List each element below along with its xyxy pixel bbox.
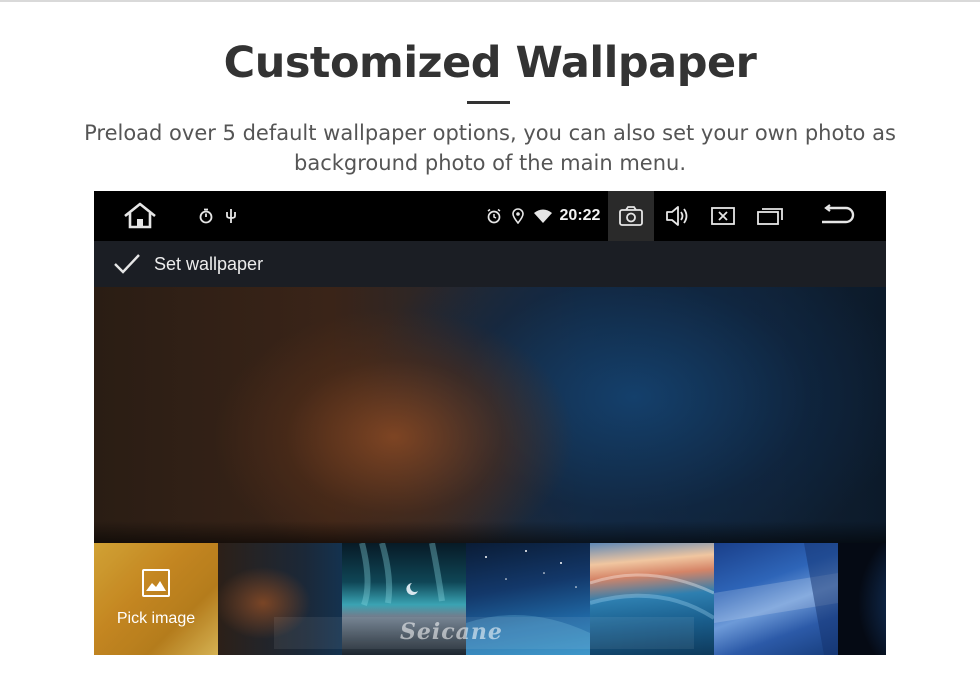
- set-wallpaper-button[interactable]: Set wallpaper: [154, 254, 263, 275]
- volume-icon[interactable]: [663, 203, 691, 229]
- wallpaper-thumbnail[interactable]: [714, 543, 838, 655]
- location-icon: [511, 206, 525, 226]
- wifi-icon: [532, 207, 554, 225]
- checkmark-icon[interactable]: [112, 251, 142, 277]
- image-icon: [142, 569, 170, 597]
- preview-fade: [94, 521, 886, 543]
- pick-image-overlay: [94, 543, 218, 655]
- close-window-icon[interactable]: [709, 204, 737, 228]
- page-title: Customized Wallpaper: [223, 38, 757, 88]
- pick-image-tile[interactable]: Pick image: [94, 543, 218, 655]
- device-screen: 20:22 Set wallpaper Pick image Seicane: [94, 191, 886, 655]
- camera-icon[interactable]: [617, 204, 645, 228]
- usb-icon: [223, 207, 239, 225]
- wallpaper-thumbnail[interactable]: [838, 543, 886, 655]
- watermark-text: Seicane: [400, 619, 503, 645]
- status-bar: 20:22: [94, 191, 886, 241]
- pick-image-label: Pick image: [116, 610, 196, 627]
- recent-apps-icon[interactable]: [755, 204, 785, 228]
- page-subtitle: Preload over 5 default wallpaper options…: [84, 121, 896, 175]
- home-icon[interactable]: [121, 201, 159, 231]
- alarm-icon: [485, 207, 503, 225]
- back-icon[interactable]: [819, 203, 857, 229]
- wallpaper-preview: [94, 287, 886, 543]
- title-underline: [467, 101, 510, 104]
- timer-icon: [197, 207, 215, 225]
- action-bar: Set wallpaper: [94, 241, 886, 287]
- top-divider: [0, 0, 980, 2]
- clock-text: 20:22: [559, 207, 601, 224]
